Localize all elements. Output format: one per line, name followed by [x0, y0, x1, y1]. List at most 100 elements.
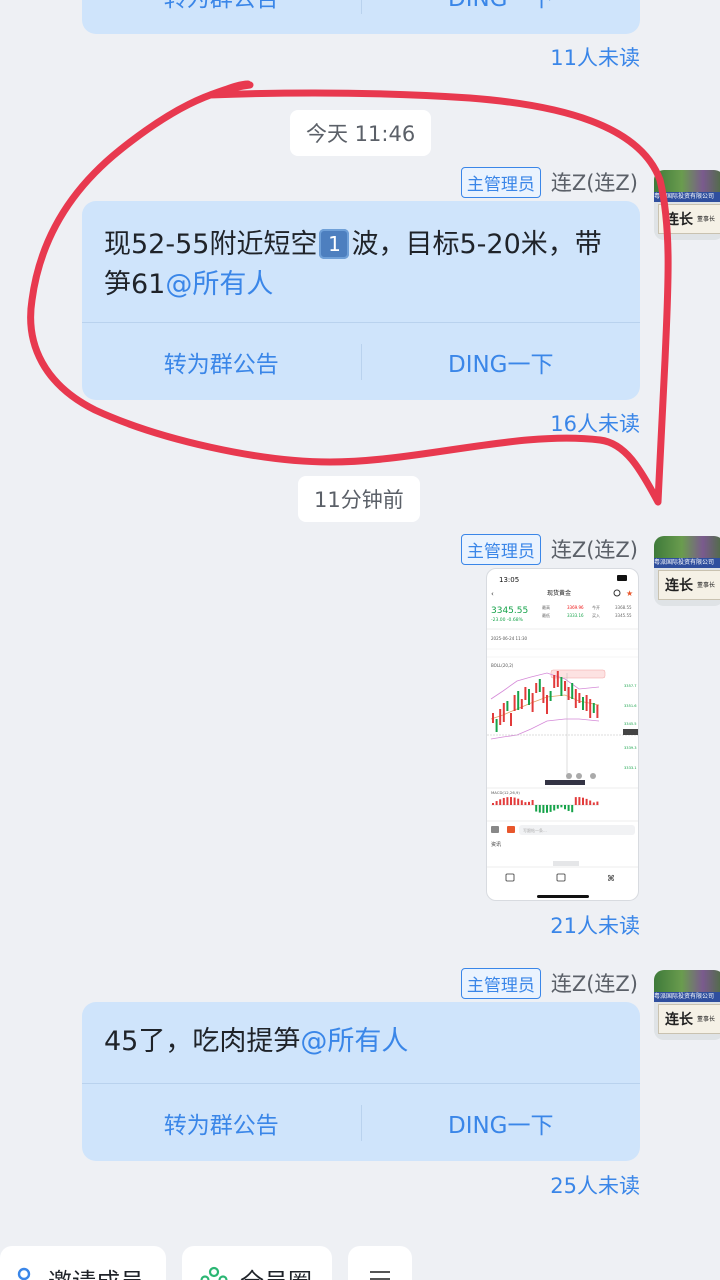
sender-name[interactable]: 连Z(连Z)	[551, 534, 638, 564]
comment-input: 写跟帖一条...	[523, 827, 547, 833]
stat-label: 最高	[542, 604, 550, 610]
ding-button[interactable]: DING一下	[362, 1106, 641, 1140]
candle	[592, 703, 595, 713]
macd-bar	[556, 805, 559, 809]
svg-text:3351.6: 3351.6	[624, 704, 637, 708]
stock-change: -23.00 -0.68%	[491, 617, 524, 623]
message-text: 现52-55附近短空 1 波，目标5-20米，带笋61@所有人	[104, 229, 602, 300]
time-divider: 11分钟前	[298, 476, 420, 522]
announce-button[interactable]: 转为群公告	[82, 1106, 361, 1140]
macd-bar	[578, 797, 581, 805]
stat-value: 3333.16	[567, 613, 584, 618]
read-status[interactable]: 21人未读	[550, 910, 640, 940]
candle	[553, 675, 556, 688]
candle	[524, 687, 527, 700]
more-menu-button[interactable]	[348, 1246, 412, 1280]
avatar-banner: 粤派国际投资有限公司	[654, 558, 720, 568]
read-status[interactable]: 16人未读	[550, 408, 640, 438]
candle	[567, 687, 570, 700]
macd-bar	[495, 801, 498, 805]
candle	[520, 699, 523, 709]
candle	[582, 697, 584, 710]
macd-bar	[560, 805, 563, 808]
candle	[546, 695, 548, 714]
macd-bar	[592, 802, 595, 805]
back-icon: ‹	[491, 590, 494, 598]
candle	[560, 677, 563, 696]
more-icon: ⌘	[607, 874, 615, 883]
macd-bar	[582, 797, 584, 805]
status-time: 13:05	[499, 576, 519, 584]
candle	[596, 705, 599, 718]
avatar-plate: 连长 董事长	[658, 204, 720, 234]
ding-button[interactable]: DING一下	[362, 345, 641, 379]
macd-bar	[513, 797, 516, 805]
avatar[interactable]: 粤派国际投资有限公司 连长 董事长	[654, 170, 720, 240]
admin-badge: 主管理员	[460, 533, 541, 565]
sender-info: 主管理员 连Z(连Z)	[460, 166, 638, 198]
time-divider: 今天 11:46	[290, 110, 432, 156]
user-icon	[17, 1267, 31, 1280]
candle	[506, 701, 509, 711]
svg-text:3345.5: 3345.5	[624, 722, 637, 726]
macd-bar	[567, 805, 570, 811]
sender-name[interactable]: 连Z(连Z)	[551, 167, 638, 197]
invite-label: 邀请成员	[48, 1262, 144, 1280]
candle	[585, 695, 588, 711]
macd-bar	[596, 801, 599, 805]
message-actions: 转为群公告 DING一下	[82, 0, 640, 34]
announce-button[interactable]: 转为群公告	[82, 0, 361, 13]
macd-bar	[589, 800, 592, 805]
stat-label: 今开	[592, 604, 600, 610]
mention-all[interactable]: @所有人	[300, 1026, 408, 1057]
macd-bar	[571, 805, 574, 813]
admin-badge: 主管理员	[460, 166, 541, 198]
comment-icon	[491, 826, 499, 833]
macd-bar	[510, 797, 512, 805]
macd-bar	[517, 798, 520, 805]
candle	[499, 709, 502, 725]
circle-label: 全员圈	[240, 1262, 312, 1280]
avatar-banner: 粤派国际投资有限公司	[654, 192, 720, 202]
all-members-circle-button[interactable]: 全员圈	[182, 1246, 332, 1280]
svg-text:3333.1: 3333.1	[624, 766, 637, 770]
candle	[549, 691, 552, 701]
candle	[578, 693, 581, 703]
svg-text:3339.3: 3339.3	[624, 746, 637, 750]
home-indicator	[537, 895, 589, 898]
macd-bar	[502, 797, 505, 805]
candle	[513, 695, 516, 711]
candle	[542, 687, 545, 703]
invite-member-button[interactable]: 邀请成员	[0, 1246, 166, 1280]
read-status[interactable]: 11人未读	[550, 42, 640, 72]
candle	[564, 681, 566, 691]
sender-name[interactable]: 连Z(连Z)	[551, 968, 638, 998]
message-card[interactable]: 现52-55附近短空 1 波，目标5-20米，带笋61@所有人 转为群公告 DING…	[82, 201, 640, 400]
avatar[interactable]: 粤派国际投资有限公司 连长 董事长	[654, 970, 720, 1040]
ding-button[interactable]: DING一下	[362, 0, 641, 13]
menu-icon	[370, 1271, 390, 1280]
switch-icon	[556, 873, 566, 882]
macd-bar	[492, 803, 494, 805]
avatar[interactable]: 粤派国际投资有限公司 连长 董事长	[654, 536, 720, 606]
macd-bar	[574, 797, 577, 805]
macd-bar	[528, 801, 530, 805]
macd-bar	[499, 799, 502, 805]
screenshot-thumbnail[interactable]: 13:05 ‹ 现货黄金 ★ 3345.55 -23.00 -0.68% 最高 …	[486, 568, 639, 901]
avatar-plate: 连长 董事长	[658, 1004, 720, 1034]
mention-all[interactable]: @所有人	[165, 269, 273, 300]
candle	[502, 703, 505, 722]
candle	[510, 713, 512, 726]
announce-button[interactable]: 转为群公告	[82, 345, 361, 379]
candlesticks	[492, 671, 599, 732]
svg-text:3357.7: 3357.7	[624, 684, 637, 688]
boll-lower	[490, 718, 600, 740]
stat-label: 买入	[592, 612, 600, 618]
message-actions: 转为群公告 DING一下	[82, 1083, 640, 1161]
stat-label: 最低	[542, 612, 550, 618]
macd-bar	[538, 805, 541, 813]
message-card[interactable]: 45了，吃肉提笋@所有人 转为群公告 DING一下	[82, 1002, 640, 1161]
read-status[interactable]: 25人未读	[550, 1170, 640, 1200]
macd-bar	[535, 805, 538, 812]
keycap-one-icon: 1	[319, 229, 350, 259]
